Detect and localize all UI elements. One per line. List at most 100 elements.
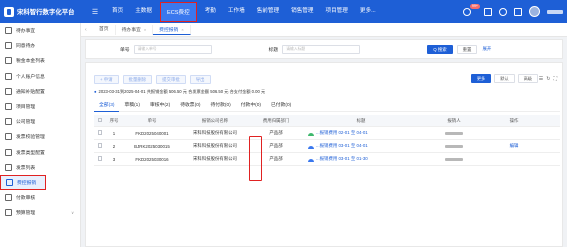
filter-paid[interactable]: 已付款(0) [266,101,296,112]
nav-attendance[interactable]: 考勤 [199,0,222,23]
row-no: 2 [112,143,116,149]
nav-sales[interactable]: 销售管理 [285,0,319,23]
user-name-blurred[interactable] [547,9,563,14]
row-checkbox[interactable] [94,156,106,162]
check-icon [5,42,12,50]
batch-delete-button[interactable]: 批量删除 [122,75,153,84]
tab-home[interactable]: 首页 [93,24,116,35]
nav-presales[interactable]: 售前管理 [251,0,285,23]
table-row[interactable]: 1 FKD2025040001 宋科科技股份有限公司 产品部 ...报销费用 0… [94,127,560,140]
bell-icon[interactable]: 99+ [463,3,480,16]
close-icon[interactable]: × [144,27,146,32]
tab-scroll-left-icon[interactable]: ‹ [85,27,93,33]
folder-icon [5,103,12,111]
filter-all[interactable]: 全部(3) [94,101,120,112]
building-icon [5,118,12,126]
nav-more[interactable]: 更多... [354,0,382,23]
filter-reviewing[interactable]: 审核中(2) [145,101,175,112]
settings-icon[interactable] [499,7,507,16]
view-more-button[interactable]: 更多 [470,74,492,83]
row-title[interactable]: ...报销费用 03-01 至 04-01 [304,143,414,149]
payment-icon [5,194,12,202]
menu-toggle-icon[interactable]: ☰ [90,8,100,16]
nav-master-data[interactable]: 主数据 [129,0,158,23]
table-row[interactable]: 2 BJRK2025030015 宋科科技股份有限公司 产品部 ...报销费用 … [94,140,560,153]
sidebar-item-tax[interactable]: 税金本金列表 [0,53,80,68]
sidebar-item-expense[interactable]: 费控报销 [0,174,46,191]
avatar[interactable] [529,6,540,17]
todo-icon [5,27,12,35]
sidebar-item-allowance[interactable]: 通知补贴配置 [0,84,80,99]
sidebar-item-invoice-list[interactable]: 发票列表 [0,160,80,175]
row-title[interactable]: ...报销费用 03-01 至 01-30 [304,156,414,162]
export-button[interactable]: 导出 [189,75,211,84]
nav-ecs-expense[interactable]: ECS费控 [160,1,197,22]
reset-button[interactable]: 重置 [456,44,478,54]
sidebar-item-account[interactable]: 个人账户信息 [0,69,80,84]
table-tools: ☰ ↻ ⛶ [539,76,557,82]
filter-paying[interactable]: 付款中(0) [236,101,266,112]
filter-draft[interactable]: 草稿(1) [119,101,144,112]
budget-icon [5,209,12,217]
sidebar-item-agreed[interactable]: 同意待办 [0,38,80,53]
row-company: 宋科科技股份有限公司 [193,143,237,148]
fullscreen-table-icon[interactable]: ⛶ [553,76,557,82]
view-default-button[interactable]: 默认 [494,74,515,83]
toolbar: + 申请 批量删除 提交审批 导出 [94,75,211,84]
row-checkbox[interactable] [94,130,106,136]
sidebar-item-project[interactable]: 项目管理 [0,99,80,114]
tab-expense[interactable]: 费控报销 × [153,24,191,35]
select-all-checkbox[interactable] [94,117,106,124]
status-dot-icon [308,159,314,162]
sidebar-item-invoice-type[interactable]: 发票类型配置 [0,145,80,160]
code-input[interactable]: 请输入单号 [133,44,212,54]
col-title: 标题 [356,117,366,123]
filter-awaiting-invoice[interactable]: 待收票(0) [175,101,205,112]
row-code: FKD2025030016 [135,156,169,162]
nav-workwall[interactable]: 工作墙 [222,0,251,23]
row-title[interactable]: ...报销费用 02-01 至 04-01 [304,130,414,136]
status-dot-icon [308,133,314,136]
bell-config-icon [5,87,12,95]
brand-logo [4,6,14,17]
nav-home[interactable]: 首页 [106,0,129,23]
row-no: 3 [112,156,116,162]
tab-todo[interactable]: 待办事宜 × [116,24,154,35]
sidebar-item-payment[interactable]: 付款审核 [0,190,80,205]
row-company: 宋科科技股份有限公司 [193,130,237,135]
apply-button[interactable]: + 申请 [94,75,119,84]
user-expense-icon [6,178,13,186]
submit-approval-button[interactable]: 提交审批 [156,75,186,84]
refresh-icon[interactable]: ↻ [546,76,550,82]
sidebar: 待办事宜 同意待办 税金本金列表 个人账户信息 通知补贴配置 项目管理 公司管理… [0,23,81,247]
table-row[interactable]: 3 FKD2025030016 宋科科技股份有限公司 产品部 ...报销费用 0… [94,153,560,166]
nav-project[interactable]: 项目管理 [319,0,353,23]
col-code: 单号 [147,117,157,123]
col-no: 序号 [109,117,119,123]
col-dept: 费用归属部门 [262,117,290,123]
sidebar-item-budget[interactable]: 预算管理 ∨ [0,205,80,220]
main-panel: + 申请 批量删除 提交审批 导出 更多 默认 高级 ☰ ↻ ⛶ ● 2023-0… [85,62,563,247]
close-icon[interactable]: × [181,27,183,32]
filter-awaiting-payment[interactable]: 待付款(0) [205,101,235,112]
sidebar-item-company[interactable]: 公司管理 [0,114,80,129]
edit-link[interactable]: 编辑 [510,143,519,148]
row-submitter-blurred [414,144,494,149]
top-nav: 首页 主数据 ECS费控 考勤 工作墙 售前管理 销售管理 项目管理 更多... [106,0,382,23]
code-label: 单号 [120,47,130,53]
column-settings-icon[interactable]: ☰ [539,76,543,82]
sidebar-item-invoice-check[interactable]: 发票校验管理 [0,129,80,144]
expand-toggle[interactable]: 展开 [482,46,491,52]
sidebar-item-todo[interactable]: 待办事宜 [0,23,80,38]
invoice-check-icon [5,133,12,141]
brand[interactable]: 宋科智行数字化平台 [0,6,90,17]
search-button[interactable]: Q 搜索 [427,44,453,54]
message-icon[interactable] [484,7,492,16]
fullscreen-icon[interactable] [514,7,522,16]
row-checkbox[interactable] [94,143,106,149]
view-switch: 更多 默认 高级 [470,74,538,83]
row-company: 宋科科技股份有限公司 [193,156,237,161]
top-navbar: 宋科智行数字化平台 ☰ 首页 主数据 ECS费控 考勤 工作墙 售前管理 销售管… [0,0,567,23]
view-advanced-button[interactable]: 高级 [517,74,538,83]
title-input[interactable]: 请输入标题 [282,44,361,54]
